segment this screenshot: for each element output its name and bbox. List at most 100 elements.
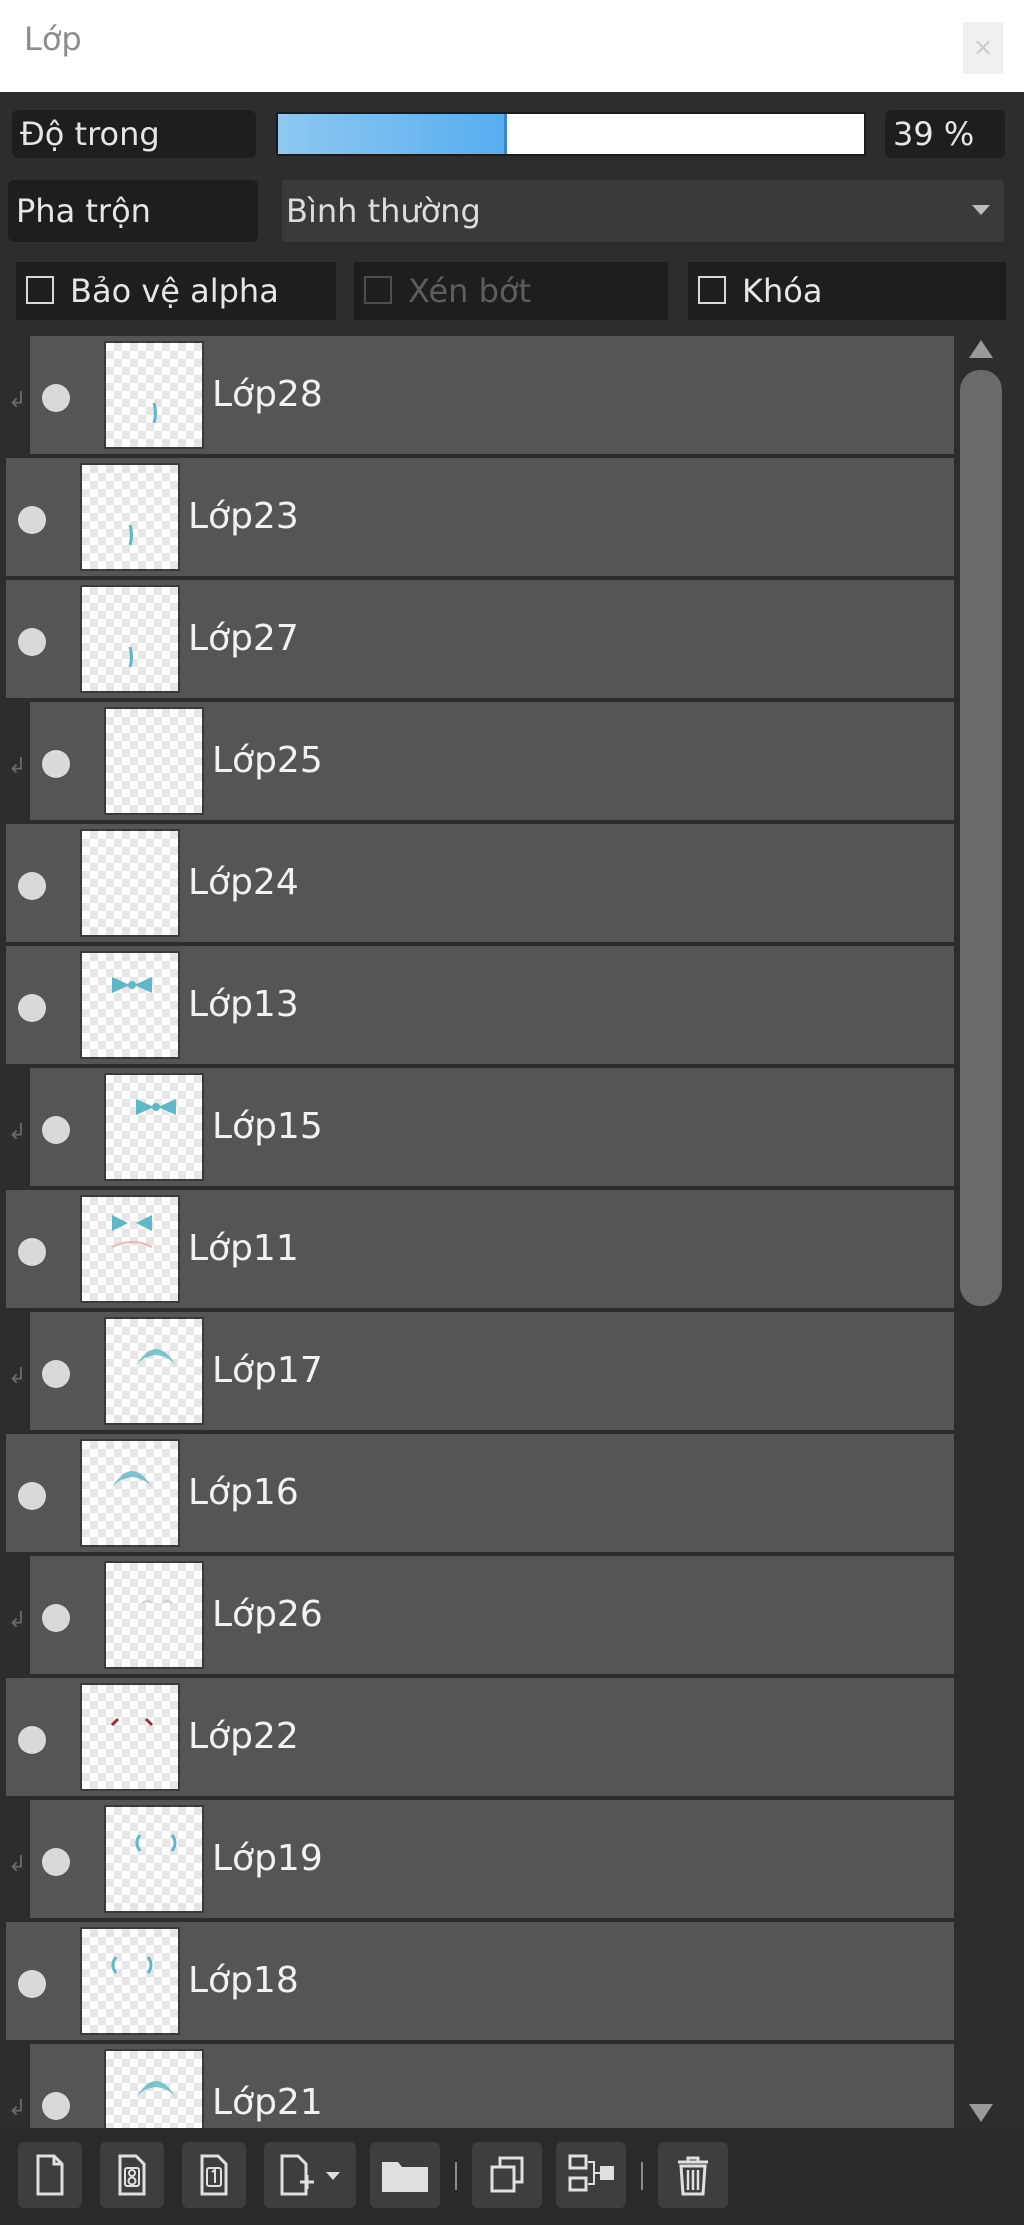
blend-label: Pha trộn — [8, 180, 258, 242]
layer-row[interactable]: Lớp21 — [28, 2042, 954, 2128]
trash-icon — [678, 2156, 708, 2196]
lock-checkbox[interactable]: Khóa — [688, 262, 1006, 320]
layer-name: Lớp28 — [212, 374, 323, 415]
layer-row[interactable]: Lớp26 — [28, 1554, 954, 1676]
duplicate-layer-button[interactable] — [472, 2142, 542, 2208]
blend-mode-value: Bình thường — [286, 192, 481, 230]
layer-row[interactable]: Lớp17 — [28, 1310, 954, 1432]
visibility-eye-icon[interactable] — [18, 628, 46, 656]
opacity-value[interactable]: 39 % — [885, 110, 1005, 158]
protect-alpha-checkbox[interactable]: Bảo vệ alpha — [16, 262, 336, 320]
layer-row[interactable]: Lớp15 — [28, 1066, 954, 1188]
layer-name: Lớp21 — [212, 2082, 323, 2123]
layer-name: Lớp19 — [212, 1838, 323, 1879]
layer-thumbnail — [104, 707, 204, 815]
visibility-eye-icon[interactable] — [42, 1360, 70, 1388]
new-layer-icon — [36, 2154, 64, 2196]
layer-name: Lớp25 — [212, 740, 323, 781]
merge-down-icon — [568, 2154, 614, 2192]
visibility-eye-icon[interactable] — [18, 1482, 46, 1510]
visibility-eye-icon[interactable] — [42, 1116, 70, 1144]
layer-name: Lớp27 — [188, 618, 299, 659]
visibility-eye-icon[interactable] — [18, 1238, 46, 1266]
scrollbar-thumb[interactable] — [960, 370, 1002, 1306]
clip-arrow-icon: ↲ — [8, 1364, 27, 1389]
scroll-down-arrow-icon[interactable] — [969, 2104, 993, 2122]
layer-thumbnail — [104, 1805, 204, 1913]
visibility-eye-icon[interactable] — [18, 994, 46, 1022]
add-layer-dropdown-button[interactable] — [264, 2142, 356, 2208]
layer-thumbnail — [80, 1683, 180, 1791]
layer-list-scrollbar[interactable] — [956, 334, 1006, 2128]
new-1bit-layer-icon — [200, 2154, 228, 2196]
layer-name: Lớp18 — [188, 1960, 299, 2001]
new-8bit-layer-icon — [118, 2154, 146, 2196]
layer-row[interactable]: Lớp11 — [6, 1188, 954, 1310]
visibility-eye-icon[interactable] — [18, 1726, 46, 1754]
layer-thumbnail — [104, 1561, 204, 1669]
lock-label: Khóa — [742, 272, 823, 310]
close-button[interactable]: × — [963, 22, 1003, 74]
clip-arrow-icon: ↲ — [8, 388, 27, 413]
clip-arrow-icon: ↲ — [8, 754, 27, 779]
layer-thumbnail — [104, 341, 204, 449]
layer-thumbnail — [80, 951, 180, 1059]
new-8bit-layer-button[interactable] — [100, 2142, 164, 2208]
visibility-eye-icon[interactable] — [18, 506, 46, 534]
layer-row[interactable]: Lớp25 — [28, 700, 954, 822]
visibility-eye-icon[interactable] — [42, 2092, 70, 2120]
checkbox-icon — [364, 276, 392, 304]
layer-thumbnail — [80, 1439, 180, 1547]
layer-name: Lớp15 — [212, 1106, 323, 1147]
clip-arrow-icon: ↲ — [8, 1120, 27, 1145]
layer-list[interactable]: ↲ Lớp28 Lớp23 Lớp27 ↲ Lớp25 Lớp24 Lớp13 ↲ Lớp15 Lớ… — [6, 334, 954, 2128]
layer-row[interactable]: Lớp18 — [6, 1920, 954, 2042]
window-title: Lớp — [24, 20, 82, 58]
visibility-eye-icon[interactable] — [42, 1848, 70, 1876]
layer-thumbnail — [80, 463, 180, 571]
layer-row[interactable]: Lớp16 — [6, 1432, 954, 1554]
clip-arrow-icon: ↲ — [8, 1608, 27, 1633]
layer-row[interactable]: Lớp28 — [28, 334, 954, 456]
merge-down-button[interactable] — [556, 2142, 626, 2208]
layer-row[interactable]: Lớp24 — [6, 822, 954, 944]
new-1bit-layer-button[interactable] — [182, 2142, 246, 2208]
toolbar-divider — [455, 2162, 457, 2190]
chevron-down-icon — [972, 205, 990, 215]
layer-name: Lớp17 — [212, 1350, 323, 1391]
folder-icon — [382, 2162, 428, 2192]
duplicate-icon — [490, 2156, 524, 2193]
layer-thumbnail — [104, 1073, 204, 1181]
scroll-up-arrow-icon[interactable] — [969, 340, 993, 358]
visibility-eye-icon[interactable] — [18, 1970, 46, 1998]
layer-name: Lớp26 — [212, 1594, 323, 1635]
protect-alpha-label: Bảo vệ alpha — [70, 272, 279, 310]
visibility-eye-icon[interactable] — [18, 872, 46, 900]
blend-mode-select[interactable]: Bình thường — [282, 180, 1004, 242]
add-layer-icon — [280, 2154, 340, 2196]
visibility-eye-icon[interactable] — [42, 750, 70, 778]
layer-row[interactable]: Lớp27 — [6, 578, 954, 700]
layer-name: Lớp22 — [188, 1716, 299, 1757]
layer-row[interactable]: Lớp13 — [6, 944, 954, 1066]
layer-thumbnail — [104, 1317, 204, 1425]
layer-name: Lớp24 — [188, 862, 299, 903]
layer-row[interactable]: Lớp23 — [6, 456, 954, 578]
new-folder-button[interactable] — [370, 2142, 440, 2208]
layer-thumbnail — [80, 1927, 180, 2035]
new-layer-button[interactable] — [18, 2142, 82, 2208]
clip-arrow-icon: ↲ — [8, 1852, 27, 1877]
layer-row[interactable]: Lớp19 — [28, 1798, 954, 1920]
visibility-eye-icon[interactable] — [42, 1604, 70, 1632]
layer-thumbnail — [80, 585, 180, 693]
layer-name: Lớp23 — [188, 496, 299, 537]
layer-row[interactable]: Lớp22 — [6, 1676, 954, 1798]
layer-thumbnail — [80, 1195, 180, 1303]
checkbox-icon — [698, 276, 726, 304]
delete-layer-button[interactable] — [658, 2142, 728, 2208]
visibility-eye-icon[interactable] — [42, 384, 70, 412]
layer-thumbnail — [80, 829, 180, 937]
clipping-checkbox: Xén bớt — [354, 262, 668, 320]
opacity-slider[interactable] — [276, 112, 866, 156]
checkbox-icon — [26, 276, 54, 304]
